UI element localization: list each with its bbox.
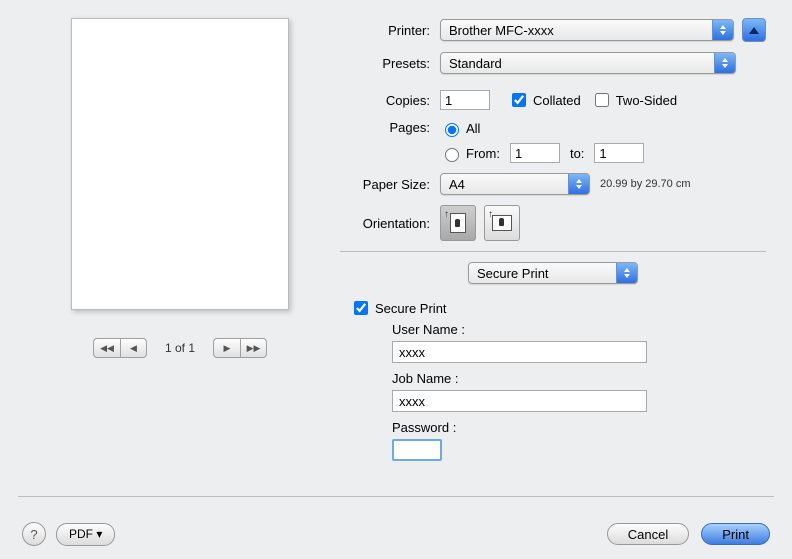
pdf-menu-button[interactable]: PDF ▾ [56, 523, 115, 546]
printer-value: Brother MFC-xxxx [449, 23, 554, 38]
preview-page [71, 18, 289, 310]
form-column: Printer: Brother MFC-xxxx Presets: Stand… [330, 18, 772, 461]
pages-to-input[interactable] [594, 143, 644, 163]
updown-icon [568, 174, 589, 194]
twosided-input[interactable] [595, 93, 609, 107]
portrait-icon [450, 213, 466, 233]
twosided-label: Two-Sided [616, 93, 677, 108]
collated-checkbox[interactable]: Collated [508, 90, 581, 110]
print-button[interactable]: Print [701, 523, 770, 545]
papersize-label: Paper Size: [340, 177, 440, 192]
presets-label: Presets: [340, 56, 440, 71]
jobname-label: Job Name : [392, 371, 766, 386]
preview-first-button[interactable]: ◀◀ [94, 339, 120, 357]
bottom-bar: ? PDF ▾ Cancel Print [0, 509, 792, 559]
collapse-toggle[interactable] [742, 18, 766, 42]
printer-select[interactable]: Brother MFC-xxxx [440, 19, 734, 41]
collated-input[interactable] [512, 93, 526, 107]
papersize-select[interactable]: A4 [440, 173, 590, 195]
pages-to-label: to: [570, 146, 584, 161]
jobname-input[interactable] [392, 390, 647, 412]
orientation-label: Orientation: [340, 216, 440, 231]
orientation-landscape-button[interactable]: ↑ [484, 205, 520, 241]
preview-next-button[interactable]: ▶ [214, 339, 240, 357]
username-input[interactable] [392, 341, 647, 363]
preview-last-button[interactable]: ▶▶ [240, 339, 266, 357]
pages-from-input[interactable] [510, 143, 560, 163]
help-button[interactable]: ? [22, 522, 46, 546]
preview-counter: 1 of 1 [165, 341, 195, 355]
panel-value: Secure Print [477, 266, 549, 281]
presets-value: Standard [449, 56, 502, 71]
copies-label: Copies: [340, 93, 440, 108]
pdf-label: PDF ▾ [69, 527, 102, 541]
separator [340, 251, 766, 252]
password-label: Password : [392, 420, 766, 435]
printer-label: Printer: [340, 23, 440, 38]
secureprint-input[interactable] [354, 301, 368, 315]
secureprint-label: Secure Print [375, 301, 447, 316]
arrow-up-icon: ↑ [444, 209, 449, 220]
pages-all-radio[interactable]: All [440, 120, 644, 137]
updown-icon [616, 263, 637, 283]
pages-from-label: From: [466, 146, 500, 161]
presets-select[interactable]: Standard [440, 52, 736, 74]
panel-select[interactable]: Secure Print [468, 262, 638, 284]
landscape-icon [492, 215, 512, 231]
help-icon: ? [30, 527, 37, 542]
preview-prev-button[interactable]: ◀ [120, 339, 146, 357]
preview-nav: ◀◀ ◀ 1 of 1 ▶ ▶▶ [30, 338, 330, 358]
password-input[interactable] [392, 439, 442, 461]
secureprint-checkbox[interactable]: Secure Print [350, 298, 766, 318]
collated-label: Collated [533, 93, 581, 108]
bottom-separator [18, 496, 774, 497]
pages-label: Pages: [340, 120, 440, 135]
pages-all-label: All [466, 121, 480, 136]
copies-input[interactable] [440, 90, 490, 110]
secure-print-panel: Secure Print User Name : Job Name : Pass… [340, 298, 766, 461]
papersize-dims: 20.99 by 29.70 cm [600, 178, 691, 190]
print-dialog: { "labels":{ "printer":"Printer:", "pres… [0, 0, 792, 559]
preview-prev-group: ◀◀ ◀ [93, 338, 147, 358]
pages-range-radio[interactable]: From: to: [440, 143, 644, 163]
username-label: User Name : [392, 322, 766, 337]
twosided-checkbox[interactable]: Two-Sided [591, 90, 677, 110]
preview-next-group: ▶ ▶▶ [213, 338, 267, 358]
pages-all-input[interactable] [445, 123, 459, 137]
updown-icon [712, 20, 733, 40]
cancel-button[interactable]: Cancel [607, 523, 689, 545]
pages-range-input[interactable] [445, 148, 459, 162]
papersize-value: A4 [449, 177, 465, 192]
orientation-portrait-button[interactable]: ↑ [440, 205, 476, 241]
preview-column: ◀◀ ◀ 1 of 1 ▶ ▶▶ [30, 18, 330, 461]
updown-icon [714, 53, 735, 73]
